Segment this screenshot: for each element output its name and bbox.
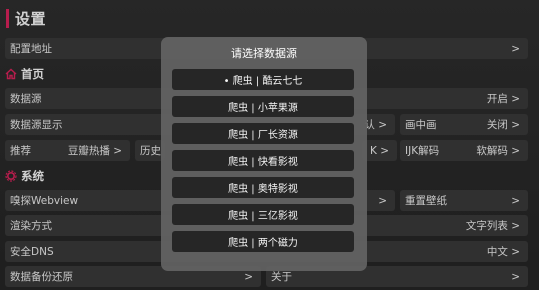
dialog-option[interactable]: 爬虫 | 两个磁力 (172, 231, 354, 252)
dialog-option[interactable]: 爬虫 | 厂长资源 (172, 123, 354, 144)
dialog-option[interactable]: 爬虫 | 小苹果源 (172, 96, 354, 117)
dialog-title: 请选择数据源 (231, 47, 297, 60)
dialog-option[interactable]: 爬虫 | 快看影视 (172, 150, 354, 171)
dialog-option[interactable]: 爬虫 | 三亿影视 (172, 204, 354, 225)
data-source-dialog: 请选择数据源 • 爬虫 | 酷云七七 爬虫 | 小苹果源 爬虫 | 厂长资源 爬… (161, 37, 367, 271)
dialog-option[interactable]: 爬虫 | 奥特影视 (172, 177, 354, 198)
dialog-option[interactable]: • 爬虫 | 酷云七七 (172, 69, 354, 90)
